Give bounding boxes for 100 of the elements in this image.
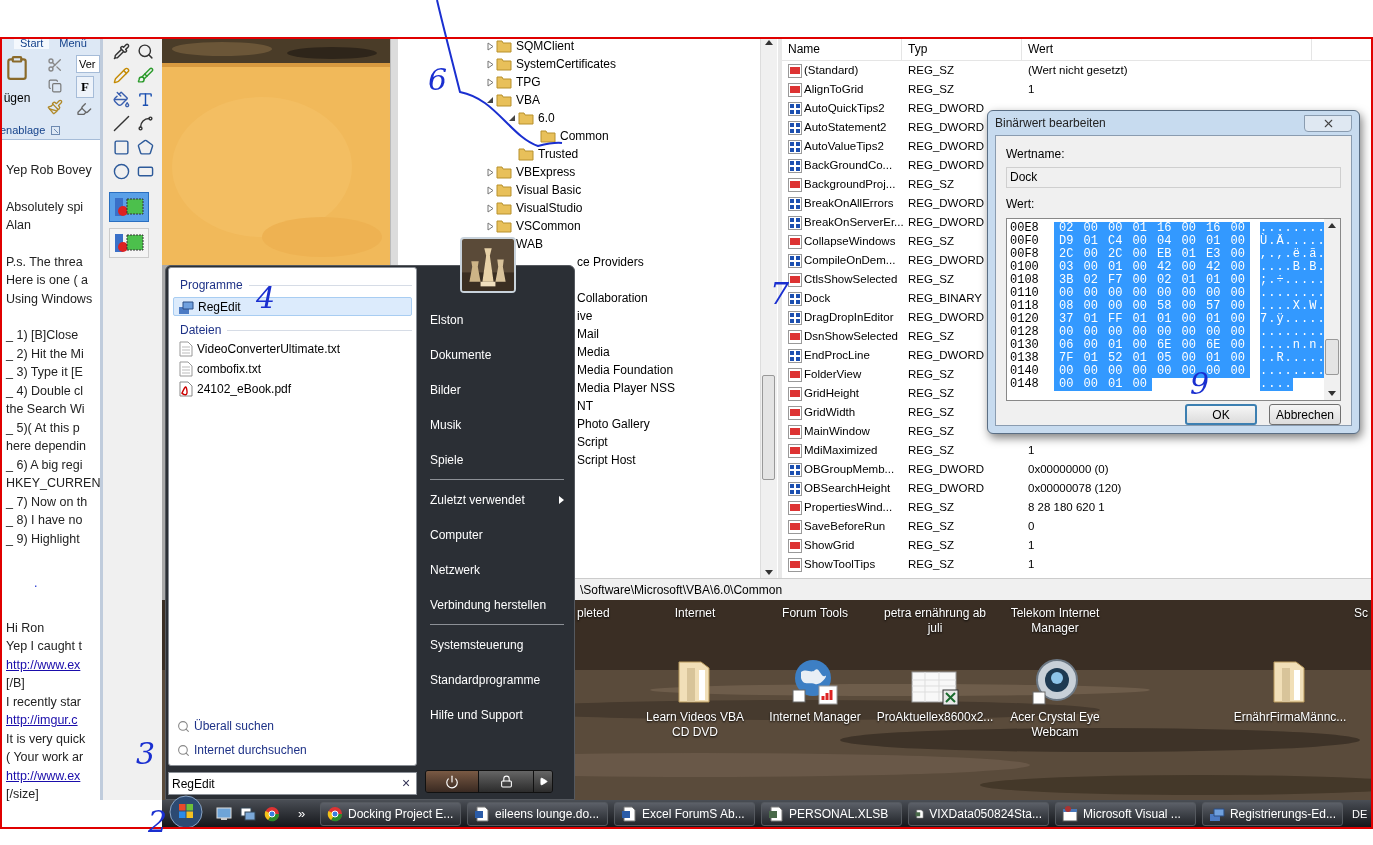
tree-item[interactable]: Visual Basic	[516, 181, 582, 199]
shutdown-options-button[interactable]	[534, 771, 552, 792]
desktop-icon[interactable]: ProAktuellex8600x2...	[875, 652, 995, 740]
tree-item[interactable]: ive	[577, 307, 593, 325]
value-name[interactable]: GridHeight	[804, 384, 859, 403]
fill-style-option[interactable]	[109, 192, 149, 222]
scroll-down-icon[interactable]	[1328, 391, 1336, 396]
value-name[interactable]: BackgroundProj...	[804, 175, 896, 194]
value-name[interactable]: DsnShowSelected	[804, 327, 898, 346]
value-name[interactable]: CtlsShowSelected	[804, 270, 898, 289]
value-name[interactable]: OBSearchHeight	[804, 479, 891, 498]
tree-item[interactable]: TPG	[516, 73, 541, 91]
hex-editor[interactable]	[1006, 218, 1341, 401]
paste-icon[interactable]	[4, 55, 30, 81]
fill-icon[interactable]	[113, 91, 130, 108]
column-header[interactable]: Wert	[1022, 37, 1312, 60]
desktop-icon-label[interactable]: pleted	[577, 606, 635, 636]
tree-item[interactable]: Mail	[577, 325, 599, 343]
power-button[interactable]	[426, 771, 479, 792]
highlighter-icon[interactable]	[76, 100, 92, 117]
taskbar-button[interactable]: PERSONAL.XLSB	[761, 802, 902, 826]
bold-button[interactable]: F	[76, 76, 94, 98]
desktop-icon-label[interactable]: Forum Tools	[755, 606, 875, 636]
start-menu-item[interactable]: Computer	[430, 517, 564, 552]
window-switcher-icon[interactable]	[240, 807, 256, 821]
tree-item[interactable]: Media Foundation	[577, 361, 674, 379]
desktop-icon-label[interactable]: petra ernährung ab juli	[875, 606, 995, 636]
value-name[interactable]: Dock	[804, 289, 831, 308]
tree-item[interactable]: SQMClient	[516, 37, 574, 55]
value-name[interactable]: AutoValueTips2	[804, 137, 884, 156]
taskbar-button[interactable]: Microsoft Visual ...	[1055, 802, 1196, 826]
lock-button[interactable]	[479, 771, 534, 792]
value-name[interactable]: MainWindow	[804, 422, 870, 441]
tree-item[interactable]: WAB	[516, 235, 543, 253]
value-name[interactable]: AutoStatement2	[804, 118, 887, 137]
collapse-arrow-icon[interactable]	[509, 114, 516, 122]
rectangle-icon[interactable]	[113, 139, 130, 156]
polygon-icon[interactable]	[137, 139, 154, 156]
link[interactable]: http://www.ex	[6, 657, 81, 672]
tree-item[interactable]: VSCommon	[516, 217, 581, 235]
paste-button[interactable]: ügen	[3, 89, 31, 107]
desktop-icon[interactable]: ErnährFirmaMännc...	[1230, 652, 1350, 740]
value-name[interactable]: PropertiesWind...	[804, 498, 893, 517]
value-name[interactable]: EndProcLine	[804, 346, 870, 365]
tree-item[interactable]: Media	[577, 343, 610, 361]
curve-icon[interactable]	[137, 115, 154, 132]
value-name[interactable]: BreakOnAllErrors	[804, 194, 894, 213]
font-field[interactable]: Ver	[76, 55, 100, 73]
start-orb[interactable]	[168, 795, 204, 829]
taskbar-button[interactable]: Docking Project E...	[320, 802, 461, 826]
column-header[interactable]: Typ	[902, 37, 1022, 60]
value-name-field[interactable]: Dock	[1006, 167, 1341, 188]
scroll-up-icon[interactable]	[1328, 223, 1336, 228]
scrollbar-thumb[interactable]	[762, 375, 775, 480]
language-indicator[interactable]: DE	[1352, 805, 1368, 823]
dialog-button[interactable]: OK	[1185, 404, 1257, 425]
desktop-icon-label[interactable]: Sc	[1354, 606, 1368, 636]
value-name[interactable]: DragDropInEditor	[804, 308, 894, 327]
start-menu-item[interactable]: Spiele	[430, 442, 564, 477]
dialog-button[interactable]: Abbrechen	[1269, 404, 1341, 425]
dialog-launcher-icon[interactable]	[51, 125, 61, 135]
file-item[interactable]: combofix.txt	[173, 359, 412, 379]
scroll-down-icon[interactable]	[765, 570, 773, 575]
search-link[interactable]: Überall suchen	[177, 717, 412, 735]
expand-arrow-icon[interactable]	[487, 221, 494, 231]
expand-arrow-icon[interactable]	[487, 167, 494, 177]
desktop-icon[interactable]: Internet Manager	[755, 652, 875, 740]
ribbon-tab[interactable]: Menü	[53, 37, 93, 49]
desktop-icon[interactable]: Acer Crystal Eye Webcam	[995, 652, 1115, 740]
tree-item[interactable]: VBA	[516, 91, 540, 109]
expand-arrow-icon[interactable]	[487, 203, 494, 213]
value-name[interactable]: SaveBeforeRun	[804, 517, 886, 536]
tree-item[interactable]: Collaboration	[577, 289, 648, 307]
tree-item[interactable]: Trusted	[538, 145, 579, 163]
start-menu-item[interactable]: Musik	[430, 407, 564, 442]
line-icon[interactable]	[113, 115, 130, 132]
value-name[interactable]: CompileOnDem...	[804, 251, 896, 270]
expand-arrow-icon[interactable]	[487, 59, 494, 69]
file-item[interactable]: VideoConverterUltimate.txt	[173, 339, 412, 359]
tree-item[interactable]: NT	[577, 397, 593, 415]
text-tool-icon[interactable]	[137, 91, 154, 108]
start-menu-item[interactable]: Standardprogramme	[430, 662, 564, 697]
taskbar-button[interactable]: Registrierungs-Ed...	[1202, 802, 1343, 826]
value-name[interactable]: OBGroupMemb...	[804, 460, 895, 479]
value-name[interactable]: AlignToGrid	[804, 80, 864, 99]
link[interactable]: http://www.ex	[6, 768, 81, 783]
start-menu-item[interactable]: Verbindung herstellen	[430, 587, 564, 622]
desktop-icon[interactable]: Learn Videos VBA CD DVD	[635, 652, 755, 740]
tree-item[interactable]: Script	[577, 433, 608, 451]
brush-icon[interactable]	[47, 99, 63, 115]
color-picker-icon[interactable]	[113, 43, 130, 60]
collapse-arrow-icon[interactable]	[487, 96, 494, 104]
start-menu-item[interactable]: Netzwerk	[430, 552, 564, 587]
clear-button[interactable]: ×	[396, 773, 416, 794]
scrollbar-thumb[interactable]	[1325, 339, 1339, 375]
copy-icon[interactable]	[48, 79, 62, 93]
taskbar-button[interactable]: eileens lounge.do...	[467, 802, 608, 826]
desktop-icon-label[interactable]: Internet	[635, 606, 755, 636]
start-menu-item[interactable]: Hilfe und Support	[430, 697, 564, 732]
value-name[interactable]: ShowGrid	[804, 536, 855, 555]
